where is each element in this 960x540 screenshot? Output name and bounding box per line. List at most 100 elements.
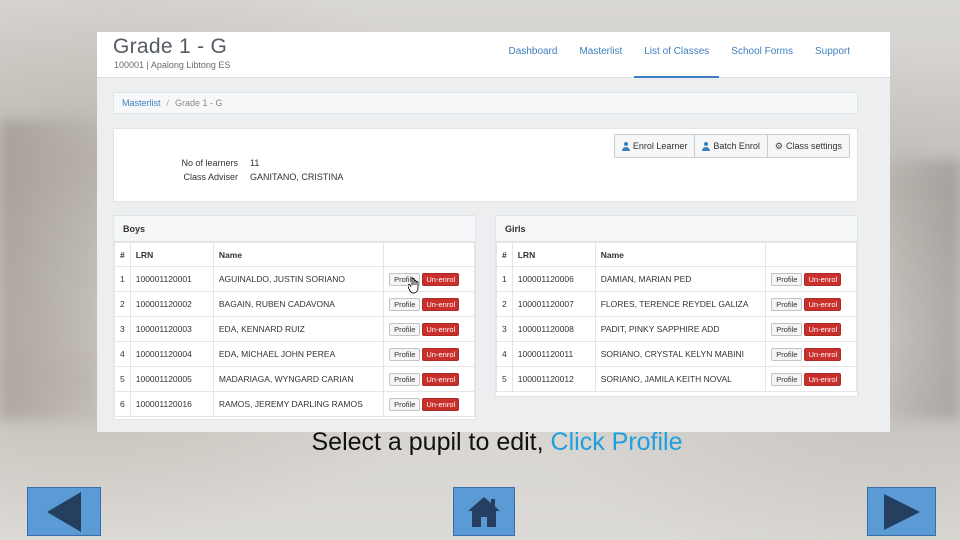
row-actions: Profile Un-enrol <box>383 316 475 342</box>
user-icon <box>621 141 630 151</box>
profile-button[interactable]: Profile <box>389 297 421 311</box>
boys-panel: Boys # LRN Name 1 100001120001 AGUINALDO, … <box>113 215 476 420</box>
boys-table: # LRN Name 1 100001120001 AGUINALDO, JUSTI… <box>114 242 475 417</box>
unenrol-button[interactable]: Un-enrol <box>804 272 842 286</box>
unenrol-button[interactable]: Un-enrol <box>422 397 460 411</box>
row-actions: Profile Un-enrol <box>765 316 857 342</box>
girls-table: # LRN Name 1 100001120006 DAMIAN, MARIAN P… <box>496 242 857 392</box>
background-photo-right <box>880 160 960 420</box>
nav-school-forms[interactable]: School Forms <box>721 32 803 78</box>
user-icon <box>702 141 711 151</box>
col-actions-header <box>765 242 857 267</box>
row-actions: Profile Un-enrol <box>383 291 475 317</box>
nav-support[interactable]: Support <box>805 32 860 78</box>
enrol-learner-button[interactable]: Enrol Learner <box>615 135 696 157</box>
class-info-panel: Enrol Learner Batch Enrol ⚙ Class settin… <box>113 128 858 202</box>
row-actions: Profile Un-enrol <box>765 341 857 367</box>
enrol-learner-label: Enrol Learner <box>632 141 688 151</box>
breadcrumb-current: Grade 1 - G <box>175 98 223 108</box>
unenrol-button[interactable]: Un-enrol <box>804 322 842 336</box>
class-adviser-row: Class Adviser GANITANO, CRISTINA <box>166 172 343 182</box>
row-name: AGUINALDO, JUSTIN SORIANO <box>212 266 385 292</box>
lis-app-window: Grade 1 - G 100001 | Apalong Libtong ES … <box>97 32 890 432</box>
table-row: 4 100001120004 EDA, MICHAEL JOHN PEREA Prof… <box>114 341 475 367</box>
row-name: MADARIAGA, WYNGARD CARIAN <box>212 366 385 392</box>
hand-cursor-icon <box>408 277 419 294</box>
nav-list-of-classes[interactable]: List of Classes <box>634 32 720 78</box>
breadcrumb: Masterlist / Grade 1 - G <box>113 92 858 114</box>
table-row: 1 100001120001 AGUINALDO, JUSTIN SORIANO Pr… <box>114 266 475 292</box>
profile-button[interactable]: Profile <box>771 322 803 336</box>
row-name: SORIANO, CRYSTAL KELYN MABINI <box>594 341 767 367</box>
profile-button[interactable]: Profile <box>771 272 803 286</box>
previous-slide-button[interactable] <box>27 487 101 536</box>
table-row: 3 100001120008 PADIT, PINKY SAPPHIRE ADD Pr… <box>496 316 857 342</box>
class-settings-button[interactable]: ⚙ Class settings <box>768 135 849 157</box>
batch-enrol-button[interactable]: Batch Enrol <box>695 135 768 157</box>
row-name: EDA, KENNARD RUIZ <box>212 316 385 342</box>
row-lrn: 100001120012 <box>511 366 596 392</box>
row-name: FLORES, TERENCE REYDEL GALIZA <box>594 291 767 317</box>
nav-masterlist[interactable]: Masterlist <box>569 32 632 78</box>
col-name-header: Name <box>594 242 767 267</box>
profile-button[interactable]: Profile <box>389 322 421 336</box>
unenrol-button[interactable]: Un-enrol <box>422 347 460 361</box>
profile-button[interactable]: Profile <box>389 372 421 386</box>
unenrol-button[interactable]: Un-enrol <box>422 297 460 311</box>
unenrol-button[interactable]: Un-enrol <box>422 272 460 286</box>
row-number: 3 <box>496 316 513 342</box>
row-name: BAGAIN, RUBEN CADAVONA <box>212 291 385 317</box>
row-lrn: 100001120016 <box>129 391 214 417</box>
nav-dashboard[interactable]: Dashboard <box>499 32 568 78</box>
profile-button[interactable]: Profile <box>771 372 803 386</box>
row-name: SORIANO, JAMILA KEITH NOVAL <box>594 366 767 392</box>
boys-panel-title: Boys <box>114 216 475 242</box>
profile-button[interactable]: Profile <box>389 397 421 411</box>
unenrol-button[interactable]: Un-enrol <box>422 372 460 386</box>
row-lrn: 100001120006 <box>511 266 596 292</box>
main-nav: Dashboard Masterlist List of Classes Sch… <box>497 32 860 78</box>
row-lrn: 100001120008 <box>511 316 596 342</box>
row-lrn: 100001120004 <box>129 341 214 367</box>
class-actions-group: Enrol Learner Batch Enrol ⚙ Class settin… <box>613 134 850 158</box>
top-bar: Grade 1 - G 100001 | Apalong Libtong ES … <box>97 32 890 78</box>
profile-button[interactable]: Profile <box>389 347 421 361</box>
caption-highlight: Click Profile <box>550 428 683 456</box>
next-slide-button[interactable] <box>867 487 936 536</box>
batch-enrol-label: Batch Enrol <box>713 141 760 151</box>
row-name: EDA, MICHAEL JOHN PEREA <box>212 341 385 367</box>
table-header-row: # LRN Name <box>114 242 475 267</box>
row-actions: Profile Un-enrol <box>383 266 475 292</box>
gear-icon: ⚙ <box>774 140 783 151</box>
unenrol-button[interactable]: Un-enrol <box>804 297 842 311</box>
caption-text: Select a pupil to edit, <box>311 428 551 456</box>
class-adviser-value: GANITANO, CRISTINA <box>250 172 344 182</box>
boys-table-body: 1 100001120001 AGUINALDO, JUSTIN SORIANO Pr… <box>114 266 475 417</box>
unenrol-button[interactable]: Un-enrol <box>804 372 842 386</box>
col-name-header: Name <box>212 242 385 267</box>
table-row: 2 100001120007 FLORES, TERENCE REYDEL GALI… <box>496 291 857 317</box>
unenrol-button[interactable]: Un-enrol <box>422 322 460 336</box>
girls-panel: Girls # LRN Name 1 100001120006 DAMIAN, MA… <box>495 215 858 397</box>
row-actions: Profile Un-enrol <box>765 266 857 292</box>
table-row: 3 100001120003 EDA, KENNARD RUIZ Profile Un-… <box>114 316 475 342</box>
row-number: 1 <box>114 266 131 292</box>
profile-button[interactable]: Profile <box>771 347 803 361</box>
row-name: DAMIAN, MARIAN PED <box>594 266 767 292</box>
house-icon <box>468 496 500 527</box>
row-number: 6 <box>114 391 131 417</box>
col-lrn-header: LRN <box>511 242 596 267</box>
col-lrn-header: LRN <box>129 242 214 267</box>
table-row: 6 100001120016 RAMOS, JEREMY DARLING RAMOS… <box>114 391 475 417</box>
breadcrumb-masterlist-link[interactable]: Masterlist <box>122 98 161 108</box>
triangle-right-icon <box>883 493 920 530</box>
row-number: 4 <box>114 341 131 367</box>
table-row: 1 100001120006 DAMIAN, MARIAN PED Profile Un… <box>496 266 857 292</box>
unenrol-button[interactable]: Un-enrol <box>804 347 842 361</box>
home-slide-button[interactable] <box>453 487 515 536</box>
row-number: 1 <box>496 266 513 292</box>
row-number: 2 <box>114 291 131 317</box>
profile-button[interactable]: Profile <box>771 297 803 311</box>
table-header-row: # LRN Name <box>496 242 857 267</box>
row-number: 5 <box>114 366 131 392</box>
